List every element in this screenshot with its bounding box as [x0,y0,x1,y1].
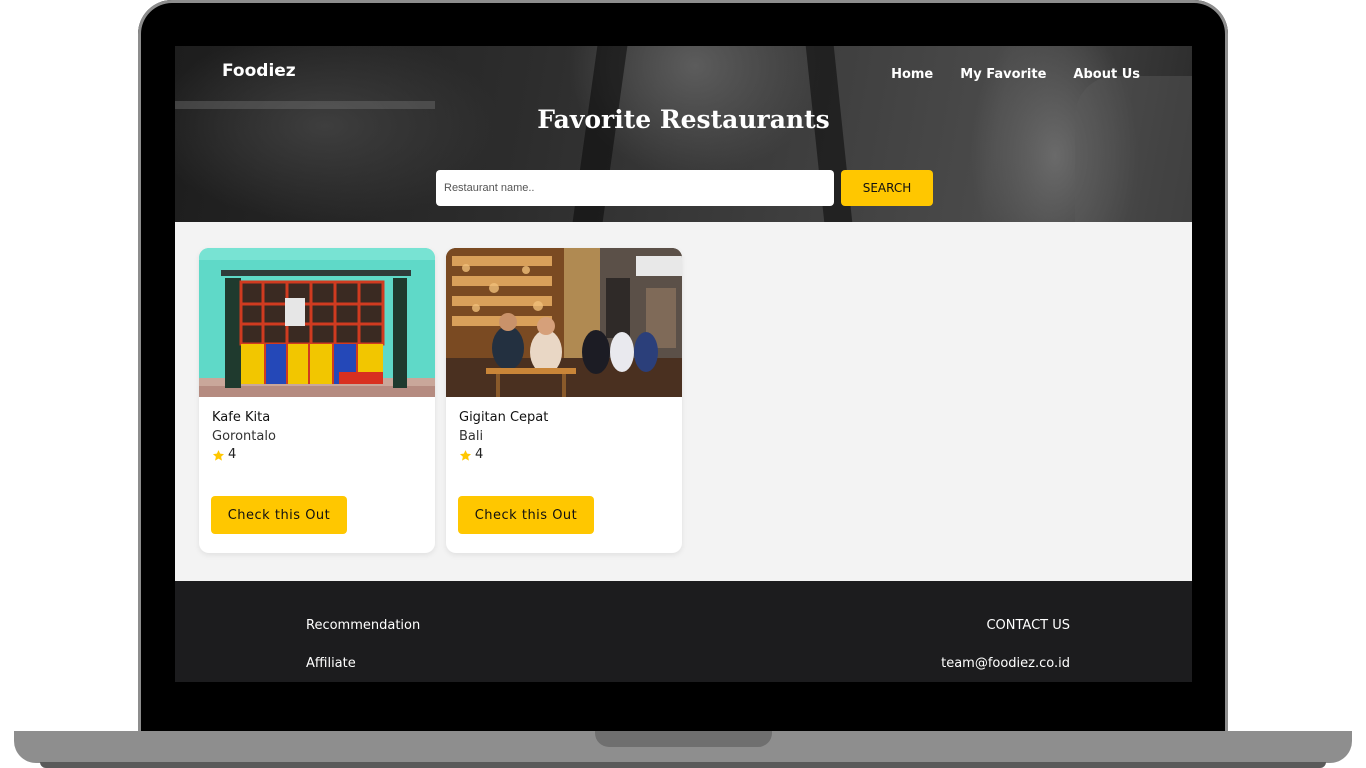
restaurant-card: Kafe Kita Gorontalo 4 Check this Out [199,248,435,553]
restaurant-list: Kafe Kita Gorontalo 4 Check this Out Gig… [199,248,682,553]
restaurant-card: Gigitan Cepat Bali 4 Check this Out [446,248,682,553]
restaurant-city: Gorontalo [212,429,276,444]
card-body: Kafe Kita Gorontalo 4 [199,397,435,464]
search-button[interactable]: SEARCH [841,170,933,206]
app-screen: Foodiez Home My Favorite About Us Favori… [175,46,1192,682]
nav-about-us[interactable]: About Us [1073,67,1140,82]
check-this-out-button[interactable]: Check this Out [458,496,594,534]
restaurant-rating: 4 [459,446,669,464]
laptop-base-shadow [40,762,1326,768]
search-input[interactable] [436,170,834,206]
hero-header: Foodiez Home My Favorite About Us Favori… [175,46,1192,222]
contact-heading: CONTACT US [986,618,1070,633]
rating-value: 4 [475,447,484,462]
contact-email-link[interactable]: team@foodiez.co.id [941,656,1070,671]
restaurant-image [199,248,435,397]
nav-home[interactable]: Home [891,67,933,82]
hero-background-shape [1075,76,1192,222]
restaurant-name: Gigitan Cepat [459,410,549,425]
card-body: Gigitan Cepat Bali 4 [446,397,682,464]
restaurant-city: Bali [459,429,484,444]
rating-value: 4 [228,447,237,462]
page-title: Favorite Restaurants [537,105,830,134]
laptop-mockup: Foodiez Home My Favorite About Us Favori… [0,0,1366,768]
star-icon [459,449,472,461]
restaurant-rating: 4 [212,446,422,464]
footer: Recommendation Affiliate CONTACT US team… [175,581,1192,682]
check-this-out-button[interactable]: Check this Out [211,496,347,534]
nav-my-favorite[interactable]: My Favorite [960,67,1046,82]
brand-logo[interactable]: Foodiez [222,61,296,81]
restaurant-name: Kafe Kita [212,410,271,425]
footer-link-recommendation[interactable]: Recommendation [306,618,420,633]
main-nav: Home My Favorite About Us [891,67,1140,82]
restaurant-image [446,248,682,397]
footer-link-affiliate[interactable]: Affiliate [306,656,356,671]
star-icon [212,449,225,461]
laptop-notch [595,731,772,747]
